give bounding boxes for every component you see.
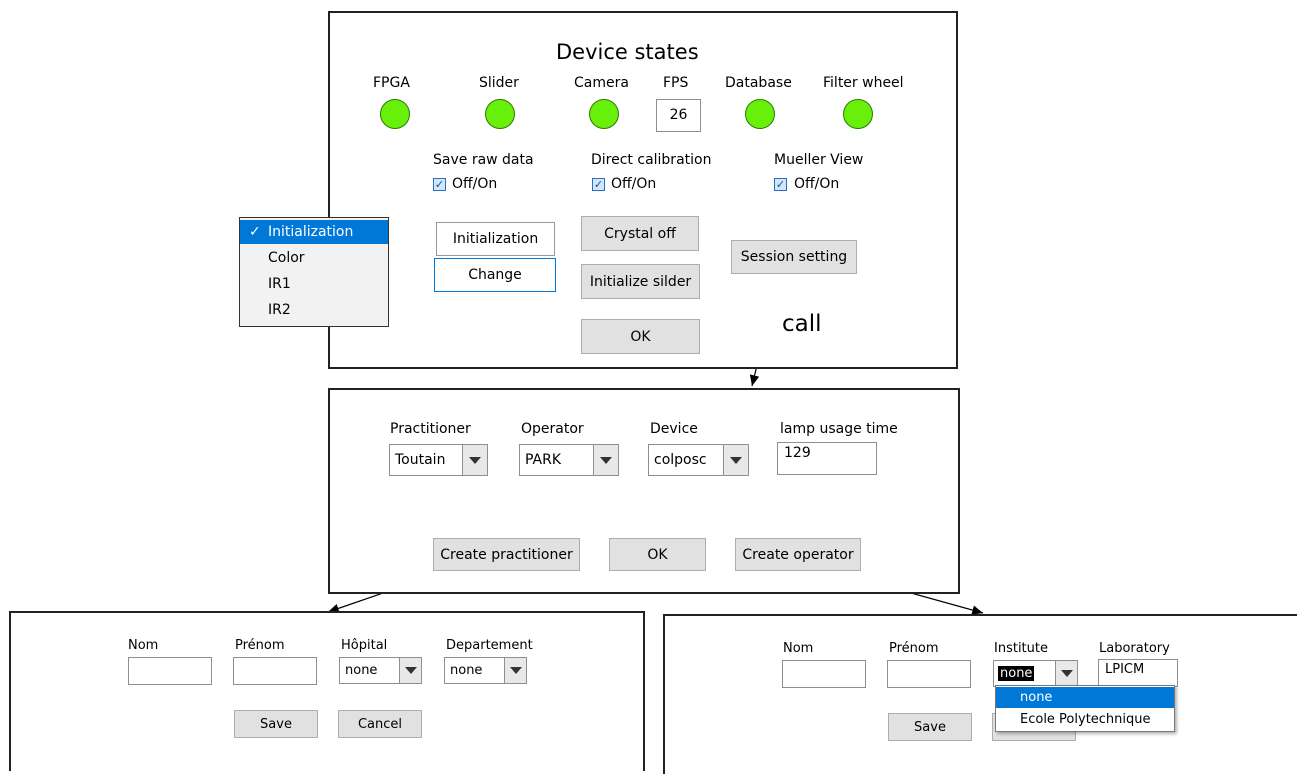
- nom-label: Nom: [128, 638, 159, 653]
- chevron-down-icon[interactable]: [462, 445, 487, 475]
- mueller-view-label: Mueller View: [774, 152, 864, 168]
- chevron-down-icon[interactable]: [1055, 661, 1077, 686]
- institute-dropdown-list: none Ecole Polytechnique: [995, 685, 1175, 732]
- create-operator-panel: Nom Prénom Institute none Laboratory LPI…: [663, 614, 1297, 774]
- slider-status-led: [485, 99, 515, 129]
- device-states-title: Device states: [556, 40, 699, 64]
- prenom-label: Prénom: [235, 638, 285, 653]
- mueller-view-checkbox[interactable]: ✓: [774, 178, 787, 191]
- mueller-view-toggle-label: Off/On: [794, 176, 840, 192]
- menu-item-label: Color: [268, 250, 305, 266]
- device-label: Device: [650, 421, 698, 437]
- device-states-panel: Device states FPGA Slider Camera FPS 26 …: [328, 11, 958, 369]
- laboratory-input[interactable]: LPICM: [1098, 659, 1178, 687]
- operator-nom-label: Nom: [783, 641, 814, 656]
- operator-nom-input[interactable]: [782, 660, 866, 688]
- save-raw-data-checkbox[interactable]: ✓: [433, 178, 446, 191]
- lamp-usage-label: lamp usage time: [780, 421, 898, 437]
- hopital-label: Hôpital: [341, 638, 388, 653]
- mode-dropdown-menu: ✓ Initialization Color IR1 IR2: [239, 217, 389, 327]
- menu-item-color[interactable]: Color: [240, 246, 388, 270]
- departement-select[interactable]: none: [444, 657, 527, 684]
- lamp-usage-input[interactable]: 129: [777, 442, 877, 475]
- direct-calibration-label: Direct calibration: [591, 152, 712, 168]
- practitioner-select[interactable]: Toutain: [389, 444, 488, 476]
- laboratory-label: Laboratory: [1099, 641, 1170, 656]
- menu-item-label: IR1: [268, 276, 291, 292]
- checkmark-icon: ✓: [249, 224, 261, 240]
- session-setting-button[interactable]: Session setting: [731, 240, 857, 274]
- create-practitioner-button[interactable]: Create practitioner: [433, 538, 580, 571]
- filter-wheel-label: Filter wheel: [823, 75, 904, 91]
- filter-wheel-status-led: [843, 99, 873, 129]
- practitioner-label: Practitioner: [390, 421, 471, 437]
- save-raw-data-label: Save raw data: [433, 152, 534, 168]
- crystal-off-button[interactable]: Crystal off: [581, 216, 699, 251]
- fps-label: FPS: [663, 75, 689, 91]
- operator-value: PARK: [525, 452, 562, 468]
- institute-select[interactable]: none: [993, 660, 1078, 687]
- practitioner-value: Toutain: [395, 452, 446, 468]
- chevron-down-icon[interactable]: [593, 445, 618, 475]
- create-operator-button[interactable]: Create operator: [735, 538, 861, 571]
- departement-value: none: [450, 663, 483, 678]
- menu-item-ir2[interactable]: IR2: [240, 298, 388, 322]
- institute-label: Institute: [994, 641, 1048, 656]
- practitioner-save-button[interactable]: Save: [234, 710, 318, 738]
- institute-option-ecole-polytechnique[interactable]: Ecole Polytechnique: [996, 709, 1174, 730]
- menu-item-initialization[interactable]: ✓ Initialization: [240, 220, 388, 244]
- create-practitioner-panel: Nom Prénom Hôpital none Departement none…: [9, 611, 645, 771]
- menu-item-label: Initialization: [268, 224, 354, 240]
- initialize-slider-button[interactable]: Initialize silder: [581, 264, 700, 299]
- device-select[interactable]: colposc: [648, 444, 749, 476]
- chevron-down-icon[interactable]: [723, 445, 748, 475]
- slider-label: Slider: [479, 75, 519, 91]
- camera-status-led: [589, 99, 619, 129]
- institute-value: none: [998, 666, 1035, 681]
- fpga-label: FPGA: [373, 75, 410, 91]
- nom-input[interactable]: [128, 657, 212, 685]
- operator-label: Operator: [521, 421, 584, 437]
- operator-select[interactable]: PARK: [519, 444, 619, 476]
- change-button[interactable]: Change: [434, 258, 556, 292]
- hopital-select[interactable]: none: [339, 657, 422, 684]
- chevron-down-icon[interactable]: [504, 658, 526, 683]
- operator-prenom-input[interactable]: [887, 660, 971, 688]
- ok-button[interactable]: OK: [581, 319, 700, 354]
- prenom-input[interactable]: [233, 657, 317, 685]
- session-ok-button[interactable]: OK: [609, 538, 706, 571]
- call-annotation: call: [782, 311, 822, 337]
- database-label: Database: [725, 75, 792, 91]
- device-value: colposc: [654, 452, 707, 468]
- hopital-value: none: [345, 663, 378, 678]
- practitioner-cancel-button[interactable]: Cancel: [338, 710, 422, 738]
- session-setting-panel: Practitioner Toutain Operator PARK Devic…: [328, 388, 960, 594]
- direct-calibration-toggle-label: Off/On: [611, 176, 657, 192]
- departement-label: Departement: [446, 638, 533, 653]
- operator-save-button[interactable]: Save: [888, 713, 972, 741]
- fps-value-box: 26: [656, 99, 701, 132]
- chevron-down-icon[interactable]: [399, 658, 421, 683]
- menu-item-ir1[interactable]: IR1: [240, 272, 388, 296]
- save-raw-data-toggle-label: Off/On: [452, 176, 498, 192]
- mode-button[interactable]: Initialization: [436, 222, 555, 256]
- fpga-status-led: [380, 99, 410, 129]
- database-status-led: [745, 99, 775, 129]
- direct-calibration-checkbox[interactable]: ✓: [592, 178, 605, 191]
- menu-item-label: IR2: [268, 302, 291, 318]
- operator-prenom-label: Prénom: [889, 641, 939, 656]
- institute-option-none[interactable]: none: [996, 687, 1174, 708]
- camera-label: Camera: [574, 75, 629, 91]
